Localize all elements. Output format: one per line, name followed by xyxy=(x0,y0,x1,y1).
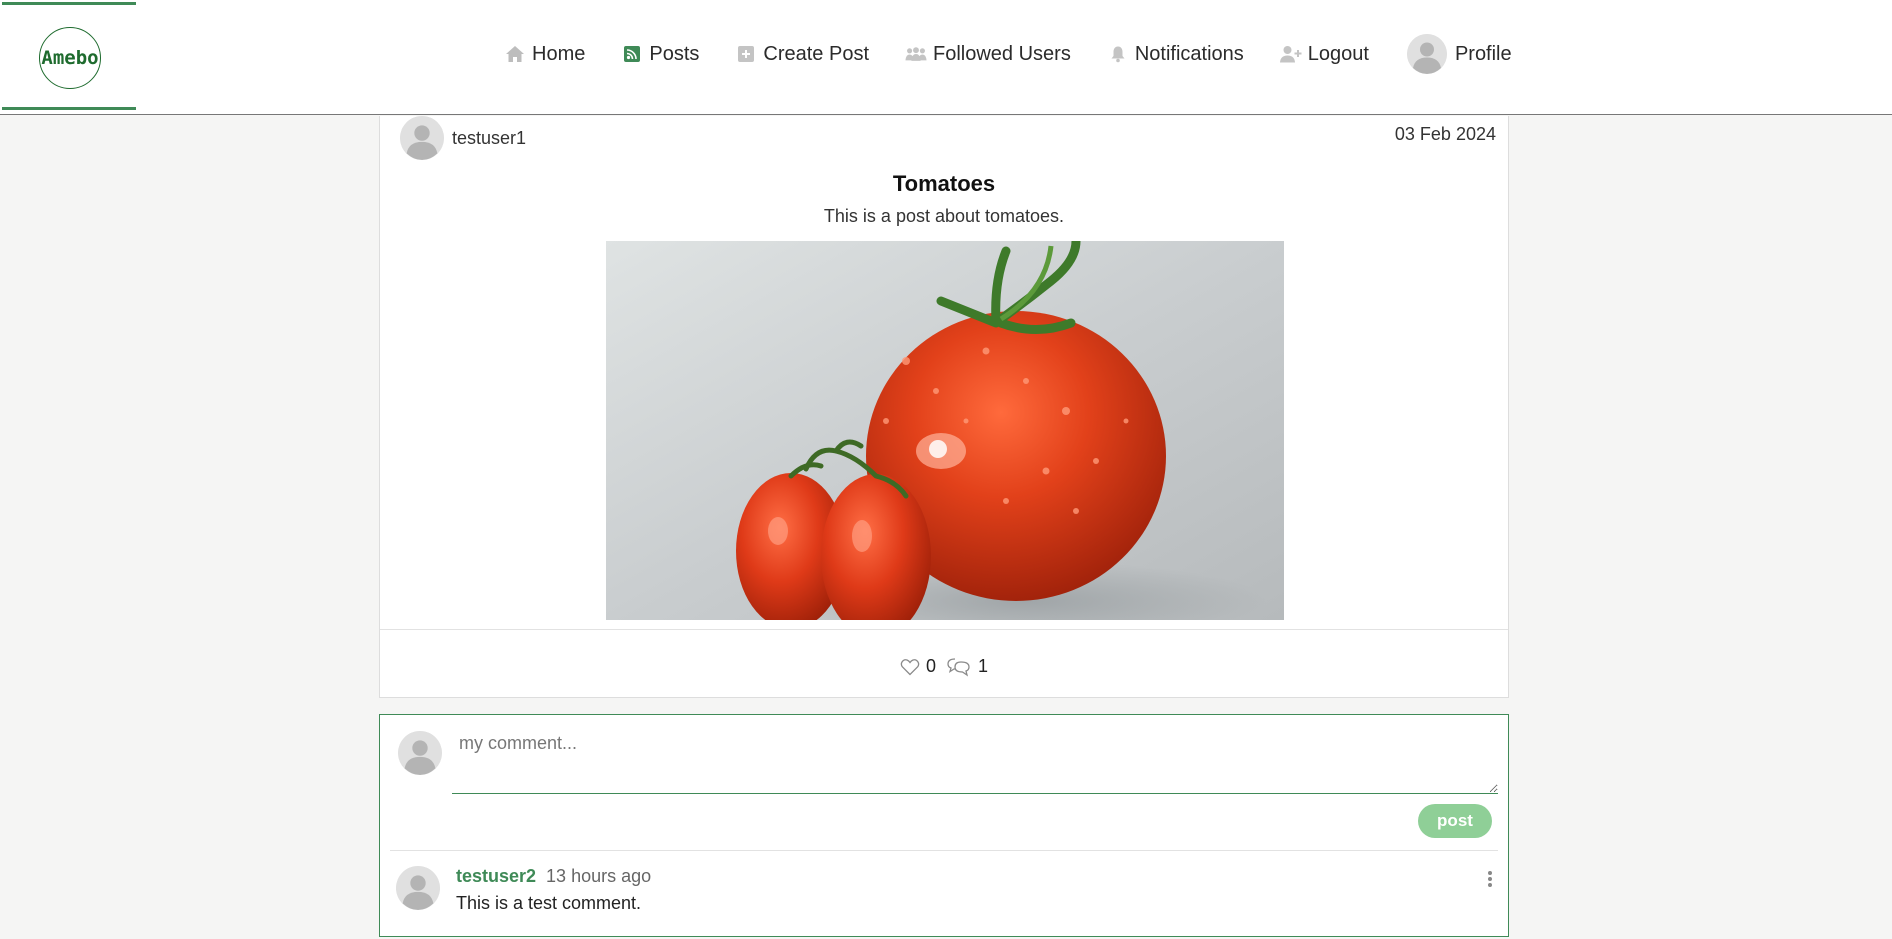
logo-circle: Amebo xyxy=(39,27,101,89)
comment-text: This is a test comment. xyxy=(456,893,642,913)
like-count: 0 xyxy=(925,656,936,676)
post-comment-button[interactable]: post xyxy=(1418,804,1492,838)
top-navbar: Amebo Home Posts Create Post Followed Us… xyxy=(0,0,1892,115)
nav-notifications-label: Notifications xyxy=(1134,42,1244,65)
nav-logout[interactable]: Logout xyxy=(1279,42,1369,66)
nav-posts-label: Posts xyxy=(649,42,700,65)
nav-home[interactable]: Home xyxy=(504,43,585,66)
comment-meta: testuser2 13 hours ago xyxy=(456,866,651,887)
main-nav: Home Posts Create Post Followed Users No… xyxy=(504,34,1512,74)
profile-avatar xyxy=(1406,34,1447,74)
comments-button[interactable]: 1 xyxy=(946,656,988,677)
comment-divider xyxy=(390,850,1498,851)
rss-icon xyxy=(621,44,643,64)
bell-icon xyxy=(1107,44,1129,64)
nav-home-label: Home xyxy=(532,42,586,65)
author-name: testuser1 xyxy=(452,127,527,148)
plus-square-icon xyxy=(735,44,757,64)
post-stats: 0 1 xyxy=(380,656,1508,677)
post-image xyxy=(606,241,1284,620)
nav-logout-label: Logout xyxy=(1307,42,1369,65)
nav-profile[interactable]: Profile xyxy=(1406,34,1512,74)
comment-input[interactable] xyxy=(452,725,1498,794)
comments-icon xyxy=(947,657,970,676)
post-divider xyxy=(380,629,1508,630)
nav-profile-label: Profile xyxy=(1454,42,1512,65)
commenter-name[interactable]: testuser2 xyxy=(456,866,536,887)
comments-section: post testuser2 13 hours ago This is a te… xyxy=(379,714,1509,937)
user-plus-icon xyxy=(1279,44,1302,64)
nav-followed-users[interactable]: Followed Users xyxy=(905,43,1071,66)
nav-posts[interactable]: Posts xyxy=(621,43,699,66)
logo[interactable]: Amebo xyxy=(2,2,136,110)
post-body: This is a post about tomatoes. xyxy=(823,206,1065,226)
logo-text: Amebo xyxy=(41,47,99,69)
heart-icon xyxy=(900,658,920,675)
post-date: 03 Feb 2024 xyxy=(1394,124,1496,144)
nav-followed-users-label: Followed Users xyxy=(933,42,1071,65)
post-card: testuser1 03 Feb 2024 Tomatoes This is a… xyxy=(379,116,1509,698)
users-icon xyxy=(905,44,927,64)
post-author[interactable]: testuser1 xyxy=(400,116,526,160)
comment-count: 1 xyxy=(978,656,989,676)
home-icon xyxy=(504,44,526,64)
nav-create-post-label: Create Post xyxy=(763,42,869,65)
comment-item: testuser2 13 hours ago This is a test co… xyxy=(396,862,1496,922)
post-title: Tomatoes xyxy=(892,171,996,196)
composer-avatar xyxy=(398,731,442,775)
commenter-avatar xyxy=(396,866,440,910)
author-avatar xyxy=(400,116,444,160)
more-options-icon[interactable] xyxy=(1484,868,1496,890)
like-button[interactable]: 0 xyxy=(900,656,936,677)
nav-create-post[interactable]: Create Post xyxy=(735,43,869,66)
comment-time: 13 hours ago xyxy=(546,866,652,886)
nav-notifications[interactable]: Notifications xyxy=(1107,43,1244,66)
